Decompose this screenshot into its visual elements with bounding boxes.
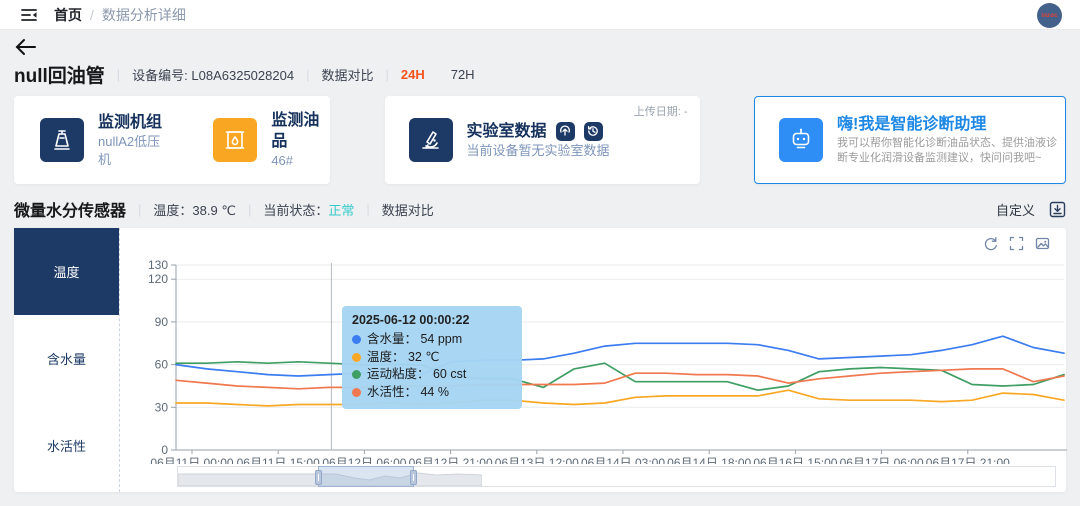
history-icon[interactable]: [584, 122, 603, 141]
divider: |: [248, 202, 251, 217]
tab-water-activity[interactable]: 水活性: [14, 402, 119, 489]
robot-icon: [779, 118, 823, 162]
datazoom-handle-left[interactable]: [315, 470, 322, 485]
svg-text:60: 60: [155, 358, 169, 372]
ai-assistant-card[interactable]: 嗨!我是智能诊断助理 我可以帮你智能化诊断油品状态、提供油液诊 断专业化润滑设备…: [754, 96, 1066, 184]
sensor-status: 当前状态：正常: [263, 200, 354, 219]
oil-barrel-icon: [213, 118, 257, 162]
monitor-unit-item[interactable]: 监测机组 nullA2低压机: [40, 112, 167, 169]
upload-icon[interactable]: [556, 122, 575, 141]
monitor-unit-value: nullA2低压机: [98, 133, 167, 169]
data-zoom-icon[interactable]: [1009, 236, 1024, 251]
divider: |: [306, 67, 309, 82]
download-icon[interactable]: [1049, 201, 1066, 218]
svg-text:130: 130: [148, 258, 168, 272]
tooltip-row: 含水量： 54 ppm: [352, 331, 512, 349]
tooltip-row: 温度： 32 ℃: [352, 349, 512, 367]
assistant-desc-line1: 我可以帮你智能化诊断油品状态、提供油液诊: [837, 136, 1057, 151]
monitor-oil-value: 46#: [271, 152, 330, 170]
monitor-unit-title: 监测机组: [98, 112, 167, 133]
svg-text:0: 0: [161, 443, 168, 457]
tab-temperature[interactable]: 温度: [14, 228, 119, 315]
assistant-desc-line2: 断专业化润滑设备监测建议，快问问我吧~: [837, 151, 1057, 166]
line-chart[interactable]: 030609012013006月11日 00:0006月11日 15:0006月…: [120, 228, 1067, 464]
lab-empty-text: 当前设备暂无实验室数据: [467, 142, 610, 160]
save-image-icon[interactable]: [1035, 236, 1050, 251]
sensor-header-row: 微量水分传感器 | 温度：38.9 ℃ | 当前状态：正常 | 数据对比 自定义: [14, 197, 1066, 221]
back-button[interactable]: [14, 37, 38, 57]
chart-tabs: 温度 含水量 水活性: [14, 228, 120, 492]
svg-text:06月17日 06:00: 06月17日 06:00: [840, 456, 924, 464]
breadcrumb-current: 数据分析详细: [102, 5, 186, 25]
top-bar: 首页 / 数据分析详细 inzoc: [0, 0, 1080, 30]
menu-fold-icon[interactable]: [20, 6, 38, 24]
chart-tooltip: 2025-06-12 00:00:22 含水量： 54 ppm温度： 32 ℃运…: [342, 306, 522, 409]
data-compare-label[interactable]: 数据对比: [321, 65, 373, 84]
title-row: null回油管 | 设备编号: L08A6325028204 | 数据对比 | …: [14, 60, 1066, 88]
microscope-icon: [409, 118, 453, 162]
svg-text:06月13日 12:00: 06月13日 12:00: [495, 456, 579, 464]
svg-text:06月11日 00:00: 06月11日 00:00: [150, 456, 233, 464]
monitor-oil-item[interactable]: 监测油品 46#: [213, 110, 330, 170]
breadcrumb-home[interactable]: 首页: [54, 5, 82, 25]
monitor-oil-title: 监测油品: [271, 110, 330, 152]
divider: |: [117, 67, 120, 82]
chart-panel: 温度 含水量 水活性 030609012013006月: [14, 228, 1066, 492]
svg-text:06月16日 15:00: 06月16日 15:00: [753, 456, 837, 464]
sensor-compare-label[interactable]: 数据对比: [382, 200, 434, 219]
svg-text:06月12日 21:00: 06月12日 21:00: [409, 456, 493, 464]
svg-text:90: 90: [155, 315, 169, 329]
upload-date: 上传日期: -: [634, 103, 688, 119]
page-title: null回油管: [14, 61, 105, 88]
page-body: null回油管 | 设备编号: L08A6325028204 | 数据对比 | …: [0, 30, 1080, 492]
tooltip-row: 水活性： 44 %: [352, 384, 512, 402]
datazoom-handle-right[interactable]: [410, 470, 417, 485]
monitor-card: 监测机组 nullA2低压机 监测油品 46#: [14, 96, 330, 184]
range-24h-button[interactable]: 24H: [401, 67, 425, 82]
svg-text:06月11日 15:00: 06月11日 15:00: [237, 456, 320, 464]
svg-text:06月17日 21:00: 06月17日 21:00: [926, 456, 1010, 464]
divider: |: [385, 67, 388, 82]
range-72h-button[interactable]: 72H: [451, 67, 475, 82]
lab-card-title: 实验室数据: [467, 121, 547, 142]
sensor-temp: 温度：38.9 ℃: [153, 200, 236, 219]
breadcrumb-separator: /: [90, 7, 94, 23]
svg-text:30: 30: [155, 400, 169, 414]
restore-icon[interactable]: [983, 236, 998, 251]
machine-icon: [40, 118, 84, 162]
divider: |: [138, 202, 141, 217]
sensor-title: 微量水分传感器: [14, 197, 126, 221]
avatar-text: inzoc: [1041, 13, 1057, 19]
device-number: 设备编号: L08A6325028204: [132, 65, 294, 84]
chart-toolbox: [983, 236, 1050, 251]
assistant-title: 嗨!我是智能诊断助理: [837, 114, 1057, 136]
svg-text:06月12日 06:00: 06月12日 06:00: [322, 456, 406, 464]
lab-data-card: 上传日期: - 实验室数据: [385, 96, 700, 184]
svg-text:06月14日 18:00: 06月14日 18:00: [667, 456, 751, 464]
avatar[interactable]: inzoc: [1037, 3, 1062, 28]
status-badge: 正常: [328, 203, 354, 218]
tab-water-content[interactable]: 含水量: [14, 315, 119, 402]
svg-text:120: 120: [148, 272, 168, 286]
divider: |: [366, 202, 369, 217]
svg-text:06月14日 03:00: 06月14日 03:00: [581, 456, 665, 464]
custom-range-button[interactable]: 自定义: [996, 200, 1035, 219]
tooltip-time: 2025-06-12 00:00:22: [352, 313, 512, 327]
datazoom-window[interactable]: [318, 466, 414, 487]
datazoom-slider[interactable]: [177, 466, 1056, 487]
tooltip-row: 运动粘度： 60 cst: [352, 366, 512, 384]
